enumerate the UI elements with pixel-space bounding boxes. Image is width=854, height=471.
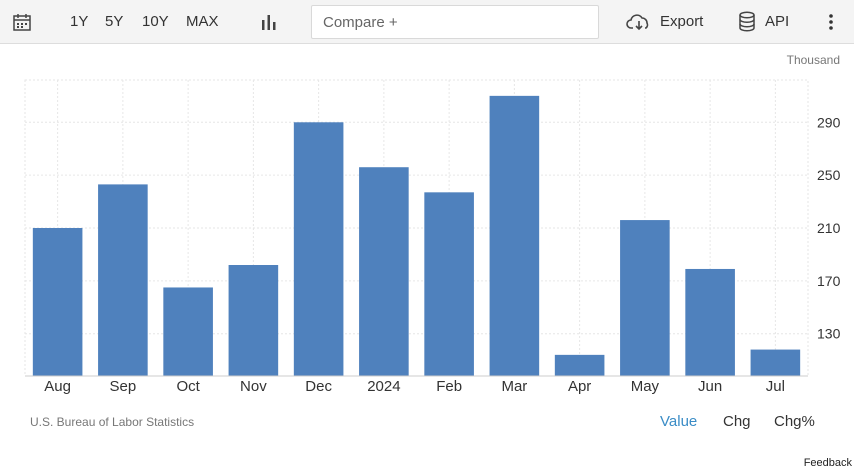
x-tick-label: May bbox=[631, 378, 660, 395]
x-tick-label: Nov bbox=[240, 378, 267, 395]
x-tick-label: 2024 bbox=[367, 378, 400, 395]
x-tick-label: Sep bbox=[110, 378, 137, 395]
y-tick-label: 290 bbox=[817, 114, 841, 130]
bar-chart: 130 170 210 250 290 Aug Sep Oct Nov Dec 2024 Feb Mar… bbox=[24, 79, 841, 395]
y-tick-label: 250 bbox=[817, 167, 841, 183]
bar-oct[interactable] bbox=[163, 287, 213, 376]
tab-value[interactable]: Value bbox=[660, 413, 697, 430]
x-tick-label: Feb bbox=[436, 378, 462, 395]
bar-aug[interactable] bbox=[32, 228, 83, 376]
x-tick-label: Jul bbox=[766, 378, 785, 395]
x-tick-label: Apr bbox=[568, 378, 591, 395]
source-label: U.S. Bureau of Labor Statistics bbox=[30, 415, 195, 429]
x-tick-label: Dec bbox=[305, 378, 332, 395]
bar-nov[interactable] bbox=[228, 265, 279, 376]
bar-may[interactable] bbox=[620, 220, 670, 376]
bar-feb[interactable] bbox=[424, 192, 474, 376]
bar-sep[interactable] bbox=[98, 184, 148, 376]
x-tick-label: Mar bbox=[501, 378, 527, 395]
feedback-link[interactable]: Feedback bbox=[804, 457, 852, 469]
bar-jun[interactable] bbox=[685, 268, 735, 376]
bar-dec[interactable] bbox=[293, 122, 344, 377]
y-tick-label: 170 bbox=[817, 273, 841, 289]
x-tick-label: Aug bbox=[44, 378, 71, 395]
y-tick-label: 210 bbox=[817, 220, 841, 236]
tab-chg[interactable]: Chg bbox=[723, 413, 751, 430]
y-tick-label: 130 bbox=[817, 326, 841, 342]
x-tick-label: Jun bbox=[698, 378, 722, 395]
bar-2024[interactable] bbox=[359, 167, 409, 376]
bar-apr[interactable] bbox=[554, 354, 605, 376]
tab-chg-pct[interactable]: Chg% bbox=[774, 413, 815, 430]
x-tick-label: Oct bbox=[176, 378, 200, 395]
bar-jul[interactable] bbox=[750, 349, 801, 376]
bar-mar[interactable] bbox=[489, 95, 540, 376]
